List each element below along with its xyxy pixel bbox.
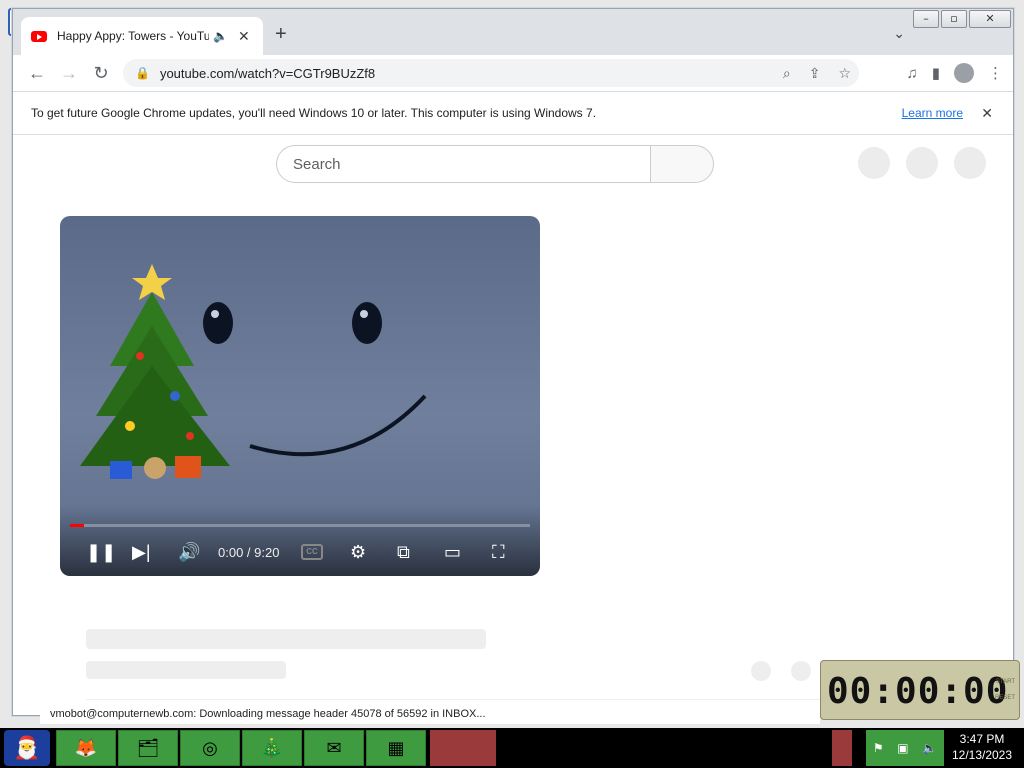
miniplayer-icon[interactable]: ⧉: [397, 542, 410, 563]
infobar-close-icon[interactable]: ✕: [981, 105, 993, 122]
system-tray: ⚑ ▣ 🔈: [866, 730, 944, 766]
menu-kebab-icon[interactable]: ⋮: [988, 64, 1003, 82]
network-icon[interactable]: ▣: [897, 741, 908, 755]
side-panel-icon[interactable]: ▮: [932, 64, 940, 82]
bookmark-star-icon[interactable]: ☆: [838, 65, 851, 82]
share-icon[interactable]: ⇪: [809, 65, 821, 82]
tab-title: Happy Appy: Towers - YouTube: [57, 29, 209, 43]
update-infobar: To get future Google Chrome updates, you…: [13, 91, 1013, 135]
action-skeleton: [751, 661, 771, 681]
tab-youtube[interactable]: Happy Appy: Towers - YouTube 🔈 ✕: [21, 17, 263, 55]
christmas-tree-app-icon[interactable]: 🎄: [242, 730, 302, 766]
stopwatch-gadget[interactable]: 00:00:00 START RESET: [820, 660, 1020, 720]
browser-window: Happy Appy: Towers - YouTube 🔈 ✕ + ⌄ – ▫…: [12, 8, 1014, 716]
mail-client-icon[interactable]: ✉: [304, 730, 364, 766]
subtitle-skeleton: [86, 661, 286, 679]
theater-mode-icon[interactable]: ▭: [444, 542, 461, 563]
youtube-favicon-icon: [31, 30, 47, 42]
christmas-tree-icon: [80, 264, 230, 479]
stopwatch-start-button[interactable]: START: [996, 679, 1015, 685]
search-button[interactable]: [650, 145, 714, 183]
divider: [86, 699, 926, 700]
chrome-icon[interactable]: ◎: [180, 730, 240, 766]
captions-button[interactable]: CC: [301, 544, 323, 560]
stopwatch-reset-button[interactable]: RESET: [995, 695, 1015, 701]
taskbar: 🎅 🦊 🗂 ◎ 🎄 ✉ ▦ ⚑ ▣ 🔈 3:47 PM 12/13/2023: [0, 728, 1024, 768]
pause-icon[interactable]: ❚❚: [86, 542, 116, 563]
volume-tray-icon[interactable]: 🔈: [922, 741, 937, 755]
new-tab-button[interactable]: +: [275, 23, 287, 46]
address-bar[interactable]: 🔒 youtube.com/watch?v=CGTr9BUzZf8 ⌕ ⇪ ☆: [123, 59, 859, 87]
fullscreen-icon[interactable]: ⛶: [492, 542, 505, 563]
stopwatch-display: 00:00:00: [827, 671, 1009, 712]
title-skeleton: [86, 629, 486, 649]
video-player[interactable]: ❚❚ ▶| 🔊 0:00 / 9:20 CC ⚙ ⧉ ▭ ⛶: [60, 216, 540, 576]
progress-fill: [70, 524, 84, 527]
player-control-row: ❚❚ ▶| 🔊 0:00 / 9:20 CC ⚙ ⧉ ▭ ⛶: [60, 538, 540, 566]
placeholder-icon: [906, 147, 938, 179]
youtube-page: Search ❚❚ ▶| 🔊 0:00 / 9:20 CC ⚙ ⧉ ▭ ⛶: [13, 135, 1013, 715]
next-icon[interactable]: ▶|: [132, 542, 151, 563]
status-line: vmobot@computernewb.com: Downloading mes…: [40, 708, 820, 724]
taskbar-window-item[interactable]: [430, 730, 496, 766]
clock-time: 3:47 PM: [959, 732, 1005, 746]
forward-arrow-icon[interactable]: →: [53, 63, 85, 84]
start-button[interactable]: 🎅: [4, 730, 50, 766]
speaker-icon[interactable]: 🔈: [213, 29, 228, 43]
url-text: youtube.com/watch?v=CGTr9BUzZf8: [159, 65, 376, 81]
search-input[interactable]: Search: [276, 145, 650, 183]
flag-icon[interactable]: ⚑: [873, 741, 884, 755]
taskbar-notification-item[interactable]: [832, 730, 852, 766]
infobar-message: To get future Google Chrome updates, you…: [31, 106, 597, 120]
learn-more-link[interactable]: Learn more: [902, 106, 963, 120]
control-panel-icon[interactable]: ▦: [366, 730, 426, 766]
file-explorer-icon[interactable]: 🗂: [118, 730, 178, 766]
clock-date: 12/13/2023: [951, 748, 1013, 762]
media-control-icon[interactable]: ♫: [906, 65, 917, 82]
title-bar: Happy Appy: Towers - YouTube 🔈 ✕ + ⌄ – ▫…: [13, 9, 1013, 55]
zoom-icon[interactable]: ⌕: [783, 65, 791, 82]
browser-toolbar: ← → ↻ 🔒 youtube.com/watch?v=CGTr9BUzZf8 …: [13, 55, 1013, 91]
tab-close-icon[interactable]: ✕: [238, 28, 250, 45]
tab-search-chevron-icon[interactable]: ⌄: [893, 25, 905, 42]
action-skeleton: [791, 661, 811, 681]
volume-icon[interactable]: 🔊: [178, 542, 200, 563]
reload-icon[interactable]: ↻: [85, 63, 117, 84]
minimize-button[interactable]: –: [913, 10, 939, 28]
placeholder-icon: [858, 147, 890, 179]
back-arrow-icon[interactable]: ←: [21, 63, 53, 84]
lock-icon[interactable]: 🔒: [135, 66, 150, 80]
settings-gear-icon[interactable]: ⚙: [350, 542, 366, 563]
firefox-icon[interactable]: 🦊: [56, 730, 116, 766]
progress-bar[interactable]: [70, 524, 530, 527]
close-window-button[interactable]: ✕: [969, 10, 1011, 28]
avatar-placeholder: [954, 147, 986, 179]
time-display: 0:00 / 9:20: [218, 544, 280, 560]
maximize-button[interactable]: ▫: [941, 10, 967, 28]
profile-avatar-icon[interactable]: [954, 63, 974, 83]
window-controls: – ▫ ✕: [913, 10, 1011, 28]
taskbar-clock[interactable]: 3:47 PM 12/13/2023: [944, 731, 1020, 763]
